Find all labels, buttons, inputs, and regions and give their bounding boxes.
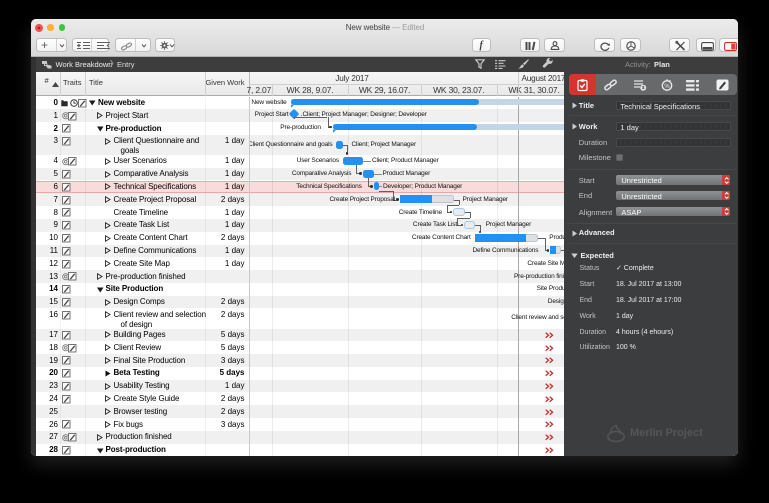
svg-text:%: % <box>664 84 670 90</box>
